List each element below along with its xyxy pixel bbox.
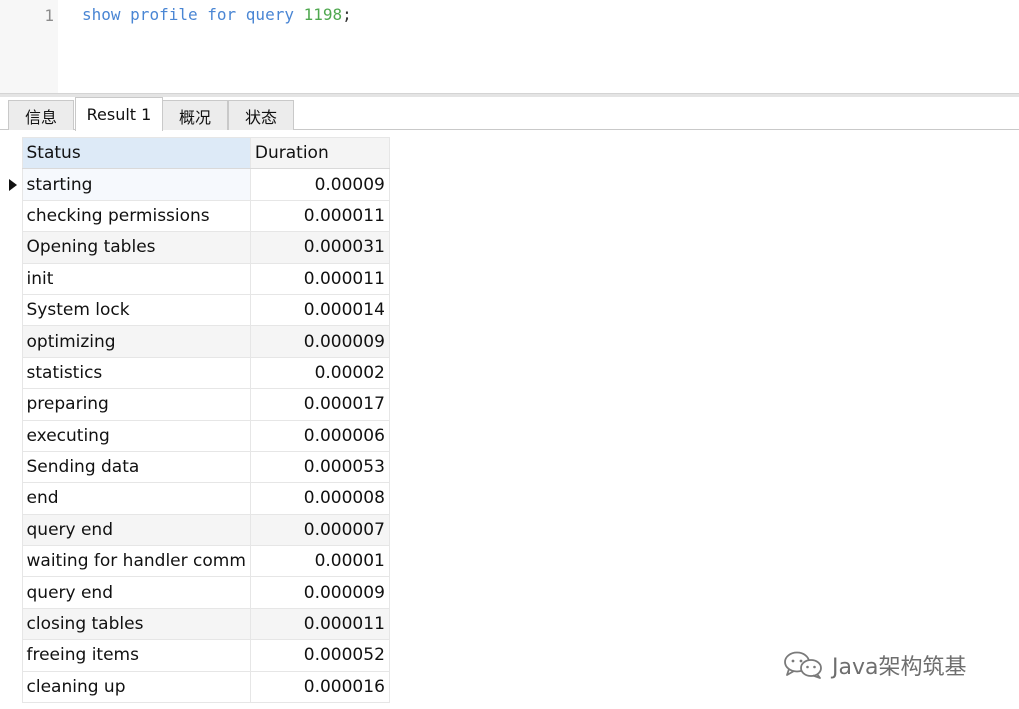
- current-row-arrow-icon: [9, 178, 18, 191]
- tab-status[interactable]: 状态: [228, 100, 294, 130]
- sql-keyword: show: [82, 5, 121, 24]
- sql-keyword: for: [207, 5, 237, 24]
- status-cell[interactable]: starting: [21, 168, 251, 201]
- table-row[interactable]: end 0.000008: [5, 482, 390, 515]
- table-row[interactable]: preparing 0.000017: [5, 388, 390, 421]
- sql-editor[interactable]: 1 show profile for query 1198;: [0, 0, 1019, 93]
- column-header-status[interactable]: Status: [21, 136, 251, 170]
- table-row[interactable]: freeing items 0.000052: [5, 639, 390, 672]
- sql-keyword: profile: [130, 5, 198, 24]
- table-row[interactable]: executing 0.000006: [5, 419, 390, 452]
- duration-cell[interactable]: 0.000011: [249, 607, 390, 641]
- duration-cell[interactable]: 0.000053: [249, 450, 390, 484]
- status-cell[interactable]: executing: [21, 419, 251, 452]
- duration-cell[interactable]: 0.000031: [249, 231, 390, 264]
- status-cell[interactable]: waiting for handler comm: [21, 545, 251, 578]
- row-indicator: [5, 545, 22, 577]
- tab-result-1[interactable]: Result 1: [75, 97, 163, 131]
- table-row[interactable]: Opening tables 0.000031: [5, 231, 390, 264]
- table-row[interactable]: starting 0.00009: [5, 168, 390, 201]
- duration-cell[interactable]: 0.000011: [249, 199, 390, 233]
- row-indicator: [5, 231, 22, 264]
- status-cell[interactable]: query end: [21, 513, 251, 547]
- row-indicator: [5, 576, 22, 609]
- result-tab-bar: 信息 Result 1 概况 状态: [0, 97, 1019, 131]
- status-cell[interactable]: optimizing: [21, 325, 251, 358]
- table-row[interactable]: Sending data 0.000053: [5, 450, 390, 484]
- duration-cell[interactable]: 0.000008: [249, 482, 390, 515]
- watermark-text: Java架构筑基: [832, 655, 967, 680]
- row-indicator: [5, 357, 22, 389]
- table-row[interactable]: query end 0.000007: [5, 513, 390, 547]
- sql-keyword: query: [245, 5, 294, 24]
- grid-body: starting 0.00009 checking permissions 0.…: [5, 168, 390, 704]
- status-cell[interactable]: preparing: [21, 388, 251, 421]
- grid-header-row: Status Duration: [5, 136, 390, 170]
- duration-cell[interactable]: 0.000011: [249, 262, 390, 295]
- tab-info[interactable]: 信息: [8, 100, 74, 130]
- table-row[interactable]: optimizing 0.000009: [5, 325, 390, 358]
- row-indicator: [5, 168, 22, 201]
- row-indicator-header: [5, 137, 22, 169]
- row-indicator: [5, 388, 22, 421]
- column-header-duration[interactable]: Duration: [249, 136, 390, 170]
- row-indicator: [5, 451, 22, 483]
- line-number-gutter: 1: [0, 0, 58, 93]
- status-cell[interactable]: init: [21, 262, 251, 295]
- table-row[interactable]: init 0.000011: [5, 262, 390, 295]
- table-row[interactable]: closing tables 0.000011: [5, 607, 390, 641]
- duration-cell[interactable]: 0.000016: [249, 670, 390, 704]
- status-cell[interactable]: Opening tables: [21, 231, 251, 264]
- row-indicator: [5, 482, 22, 515]
- duration-cell[interactable]: 0.00009: [249, 168, 390, 201]
- duration-cell[interactable]: 0.000009: [249, 576, 390, 609]
- sql-code-line[interactable]: show profile for query 1198;: [82, 5, 352, 25]
- line-number: 1: [44, 6, 54, 25]
- status-cell[interactable]: cleaning up: [21, 670, 251, 704]
- row-indicator: [5, 608, 22, 640]
- status-cell[interactable]: statistics: [21, 356, 251, 390]
- status-cell[interactable]: checking permissions: [21, 199, 251, 233]
- status-cell[interactable]: System lock: [21, 293, 251, 327]
- status-cell[interactable]: closing tables: [21, 607, 251, 641]
- duration-cell[interactable]: 0.00002: [249, 356, 390, 390]
- duration-cell[interactable]: 0.00001: [249, 545, 390, 578]
- status-cell[interactable]: end: [21, 482, 251, 515]
- duration-cell[interactable]: 0.000014: [249, 293, 390, 327]
- watermark: Java架构筑基: [782, 648, 966, 682]
- sql-number: 1198: [303, 5, 343, 24]
- row-indicator: [5, 294, 22, 326]
- table-row[interactable]: query end 0.000009: [5, 576, 390, 609]
- sql-semicolon: ;: [342, 5, 352, 24]
- table-row[interactable]: statistics 0.00002: [5, 356, 390, 390]
- row-indicator: [5, 263, 22, 295]
- duration-cell[interactable]: 0.000007: [249, 513, 390, 547]
- duration-cell[interactable]: 0.000017: [249, 388, 390, 421]
- row-indicator: [5, 514, 22, 546]
- wechat-icon: [784, 651, 822, 679]
- duration-cell[interactable]: 0.000009: [249, 325, 390, 358]
- duration-cell[interactable]: 0.000006: [249, 419, 390, 452]
- row-indicator: [5, 671, 22, 703]
- duration-cell[interactable]: 0.000052: [249, 639, 390, 672]
- row-indicator: [5, 200, 22, 232]
- row-indicator: [5, 639, 22, 672]
- status-cell[interactable]: query end: [21, 576, 251, 609]
- tab-profile[interactable]: 概况: [162, 100, 228, 130]
- row-indicator: [5, 325, 22, 358]
- table-row[interactable]: checking permissions 0.000011: [5, 199, 390, 233]
- table-row[interactable]: cleaning up 0.000016: [5, 670, 390, 704]
- table-row[interactable]: System lock 0.000014: [5, 293, 390, 327]
- table-row[interactable]: waiting for handler comm 0.00001: [5, 545, 390, 578]
- row-indicator: [5, 420, 22, 452]
- status-cell[interactable]: freeing items: [21, 639, 251, 672]
- status-cell[interactable]: Sending data: [21, 450, 251, 484]
- result-grid: Status Duration starting 0.00009 checkin…: [5, 136, 390, 704]
